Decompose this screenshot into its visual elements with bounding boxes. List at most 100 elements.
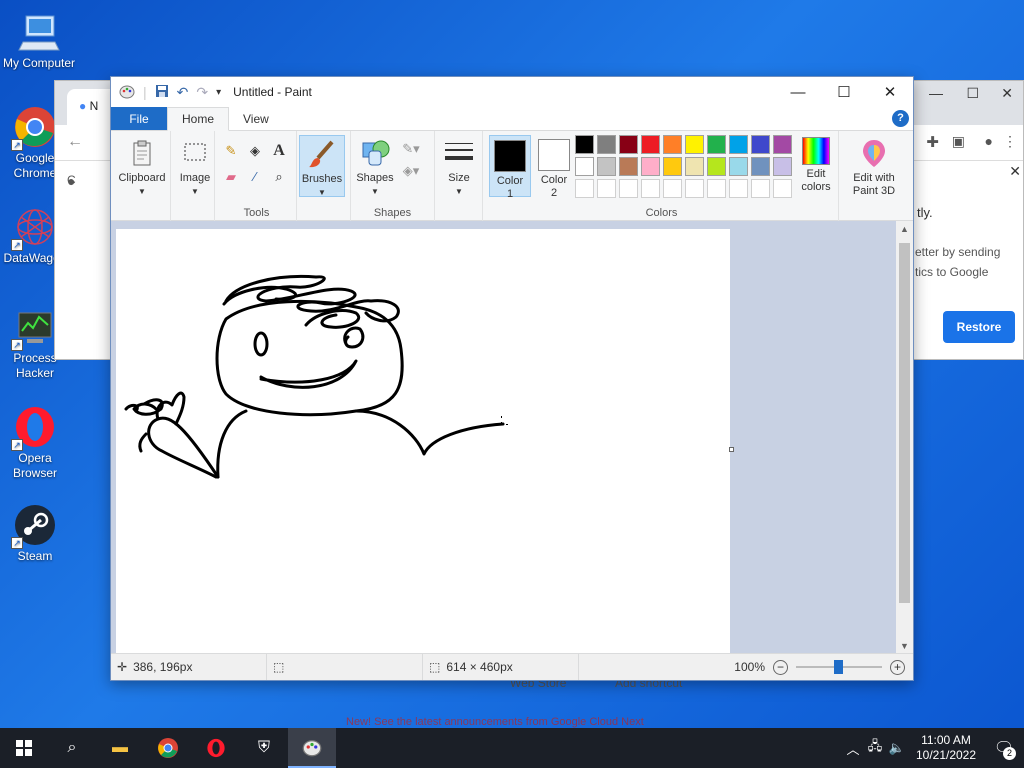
redo-icon[interactable]: ↷ (196, 84, 208, 101)
text-icon[interactable]: A (269, 141, 289, 161)
notifications-button[interactable]: 🗨 2 (984, 728, 1024, 768)
chrome-menu-icon[interactable]: ⋮ (1003, 133, 1017, 150)
help-icon[interactable]: ? (892, 110, 909, 127)
taskbar-chrome[interactable] (144, 728, 192, 768)
save-icon[interactable] (155, 84, 169, 101)
size-button[interactable]: Size ▼ (439, 135, 479, 198)
undo-icon[interactable]: ↶ (177, 84, 189, 101)
palette-swatch[interactable] (751, 179, 770, 198)
scroll-up-icon[interactable]: ▲ (896, 221, 913, 238)
paint-window[interactable]: | ↶ ↷ ▾ Untitled - Paint — ☐ ✕ File Home… (110, 76, 914, 681)
close-button[interactable]: ✕ (867, 77, 913, 107)
chrome-back-icon[interactable]: ← (67, 133, 83, 151)
palette-swatch[interactable] (575, 179, 594, 198)
color2-button[interactable]: Color 2 (533, 135, 575, 200)
taskbar-file-explorer[interactable]: ▬ (96, 728, 144, 768)
network-icon[interactable]: 🖧 (864, 737, 886, 759)
palette-swatch[interactable] (641, 157, 660, 176)
search-button[interactable]: ⌕ (48, 728, 96, 768)
chevron-down-icon: ▼ (191, 187, 199, 196)
drawing-canvas[interactable] (116, 229, 730, 655)
brushes-button[interactable]: Brushes ▼ (299, 135, 345, 197)
palette-swatch[interactable] (641, 135, 660, 154)
outline-icon[interactable]: ✎▾ (401, 139, 421, 159)
palette-swatch[interactable] (685, 179, 704, 198)
palette-swatch[interactable] (751, 135, 770, 154)
palette-swatch[interactable] (597, 179, 616, 198)
canvas-resize-handle-right[interactable] (729, 447, 734, 452)
chrome-panel-close-icon[interactable]: ✕ (1009, 163, 1021, 180)
taskbar-security[interactable]: ⛨ (240, 728, 288, 768)
group-image: Image ▼ (173, 131, 215, 221)
chrome-minimize-icon[interactable]: — (929, 85, 943, 101)
chrome-close-icon[interactable]: ✕ (1001, 85, 1013, 102)
palette-swatch[interactable] (751, 157, 770, 176)
chrome-extensions-icon[interactable]: ✚ (926, 133, 939, 151)
color-picker-icon[interactable]: ⁄ (245, 167, 265, 187)
edit-colors-button[interactable]: Edit colors (795, 135, 837, 194)
zoom-slider[interactable] (796, 660, 882, 674)
palette-swatch[interactable] (773, 179, 792, 198)
eraser-icon[interactable]: ▰ (221, 167, 241, 187)
palette-swatch[interactable] (773, 135, 792, 154)
chevron-up-icon[interactable]: ︿ (842, 739, 864, 758)
start-button[interactable] (0, 728, 48, 768)
tab-home[interactable]: Home (167, 107, 230, 131)
palette-swatch[interactable] (663, 157, 682, 176)
desktop-icon-opera-browser[interactable]: ↗ Opera Browser (0, 405, 73, 481)
zoom-slider-knob[interactable] (834, 660, 843, 674)
palette-swatch[interactable] (729, 157, 748, 176)
zoom-out-button[interactable]: − (773, 659, 788, 675)
clock[interactable]: 11:00 AM 10/21/2022 (908, 733, 984, 763)
palette-swatch[interactable] (641, 179, 660, 198)
canvas-size-icon: ⬚ (429, 660, 441, 674)
maximize-button[interactable]: ☐ (821, 77, 867, 107)
taskbar-opera[interactable] (192, 728, 240, 768)
palette-swatch[interactable] (619, 157, 638, 176)
tab-view[interactable]: View (229, 107, 283, 130)
clipboard-button[interactable]: Clipboard ▼ (115, 135, 169, 198)
desktop-icon-steam[interactable]: ↗ Steam (0, 503, 73, 564)
group-colors: Color 1 Color 2 Edit colors Colors (485, 131, 839, 221)
palette-swatch[interactable] (619, 135, 638, 154)
palette-swatch[interactable] (707, 179, 726, 198)
edit-with-paint3d-button[interactable]: Edit with Paint 3D (843, 135, 905, 198)
zoom-in-button[interactable]: + (890, 659, 905, 675)
shapes-button[interactable]: Shapes ▼ (353, 135, 397, 198)
volume-icon[interactable]: 🔈 (886, 740, 908, 756)
palette-swatch[interactable] (575, 157, 594, 176)
fill-icon[interactable]: ◈ (245, 141, 265, 161)
desktop-icon-my-computer[interactable]: My Computer (1, 10, 77, 71)
pencil-icon[interactable]: ✎ (221, 141, 241, 161)
scrollbar-thumb[interactable] (899, 243, 910, 603)
palette-swatch[interactable] (685, 135, 704, 154)
palette-swatch[interactable] (773, 157, 792, 176)
palette-swatch[interactable] (619, 179, 638, 198)
color1-button[interactable]: Color 1 (489, 135, 531, 200)
chrome-sidepanel-icon[interactable]: ▣ (952, 133, 965, 150)
chrome-profile-icon[interactable]: ● (985, 133, 993, 149)
palette-swatch[interactable] (663, 179, 682, 198)
chrome-maximize-icon[interactable]: ☐ (966, 85, 979, 102)
palette-swatch[interactable] (707, 135, 726, 154)
palette-swatch[interactable] (575, 135, 594, 154)
restore-button[interactable]: Restore (943, 311, 1015, 343)
palette-swatch[interactable] (729, 179, 748, 198)
vertical-scrollbar[interactable]: ▲ ▼ (896, 221, 913, 655)
shape-fill-icon[interactable]: ◈▾ (401, 161, 421, 181)
minimize-button[interactable]: — (775, 77, 821, 107)
palette-swatch[interactable] (729, 135, 748, 154)
palette-swatch[interactable] (707, 157, 726, 176)
taskbar-paint[interactable] (288, 728, 336, 768)
magnifier-icon[interactable]: ⌕ (269, 167, 289, 187)
palette-swatch[interactable] (663, 135, 682, 154)
palette-swatch[interactable] (597, 135, 616, 154)
customize-toolbar-icon[interactable]: ▾ (216, 87, 221, 98)
palette-swatch[interactable] (597, 157, 616, 176)
tab-file[interactable]: File (111, 107, 167, 130)
chrome-tab-title: N (89, 99, 99, 113)
select-icon (179, 137, 211, 169)
image-button[interactable]: Image ▼ (175, 135, 215, 198)
palette-swatch[interactable] (685, 157, 704, 176)
computer-icon (17, 10, 61, 54)
